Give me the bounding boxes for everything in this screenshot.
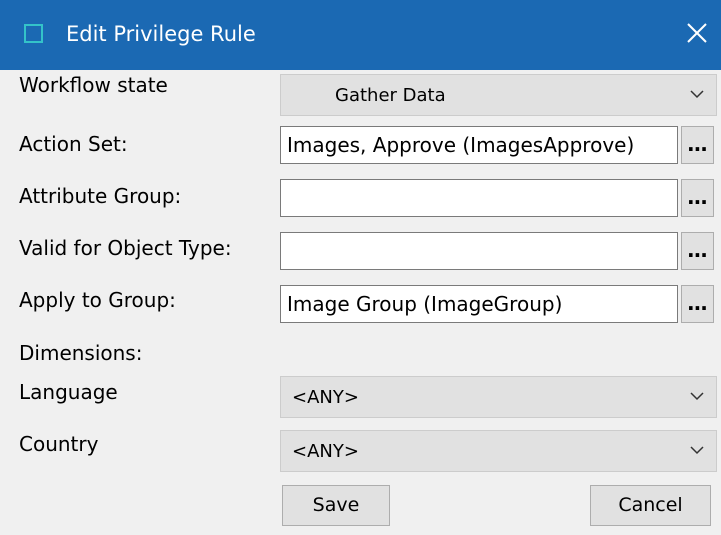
language-label: Language <box>19 380 118 404</box>
window-icon <box>24 24 43 43</box>
country-label: Country <box>19 432 99 456</box>
action-set-label: Action Set: <box>19 132 128 156</box>
cancel-button[interactable]: Cancel <box>590 485 711 526</box>
chevron-down-icon <box>690 90 704 99</box>
dimensions-label: Dimensions: <box>19 341 143 365</box>
browse-label: ... <box>687 132 708 156</box>
valid-for-object-type-field[interactable] <box>280 232 678 270</box>
browse-label: ... <box>687 291 708 315</box>
browse-label: ... <box>687 185 708 209</box>
close-icon <box>687 23 707 43</box>
close-button[interactable] <box>682 18 712 48</box>
chevron-down-icon <box>690 446 704 455</box>
action-set-browse-button[interactable]: ... <box>681 126 714 164</box>
country-value: <ANY> <box>292 441 359 462</box>
workflow-state-value: Gather Data <box>335 85 446 106</box>
dialog-title: Edit Privilege Rule <box>66 22 256 46</box>
edit-privilege-rule-dialog: Edit Privilege Rule Workflow state Gathe… <box>0 0 721 535</box>
apply-to-group-browse-button[interactable]: ... <box>681 285 714 323</box>
chevron-down-icon <box>690 392 704 401</box>
browse-label: ... <box>687 238 708 262</box>
apply-to-group-field[interactable]: Image Group (ImageGroup) <box>280 285 678 323</box>
apply-to-group-value: Image Group (ImageGroup) <box>287 292 563 316</box>
attribute-group-browse-button[interactable]: ... <box>681 179 714 217</box>
action-set-field[interactable]: Images, Approve (ImagesApprove) <box>280 126 678 164</box>
valid-for-object-type-browse-button[interactable]: ... <box>681 232 714 270</box>
workflow-state-select[interactable]: Gather Data <box>280 74 717 116</box>
attribute-group-field[interactable] <box>280 179 678 217</box>
country-select[interactable]: <ANY> <box>280 430 717 472</box>
valid-for-object-type-label: Valid for Object Type: <box>19 236 232 260</box>
title-bar: Edit Privilege Rule <box>0 0 721 70</box>
workflow-state-label: Workflow state <box>19 73 168 97</box>
attribute-group-label: Attribute Group: <box>19 184 182 208</box>
apply-to-group-label: Apply to Group: <box>19 288 176 312</box>
action-set-value: Images, Approve (ImagesApprove) <box>287 133 635 157</box>
language-value: <ANY> <box>292 387 359 408</box>
language-select[interactable]: <ANY> <box>280 376 717 418</box>
save-button[interactable]: Save <box>282 485 390 526</box>
